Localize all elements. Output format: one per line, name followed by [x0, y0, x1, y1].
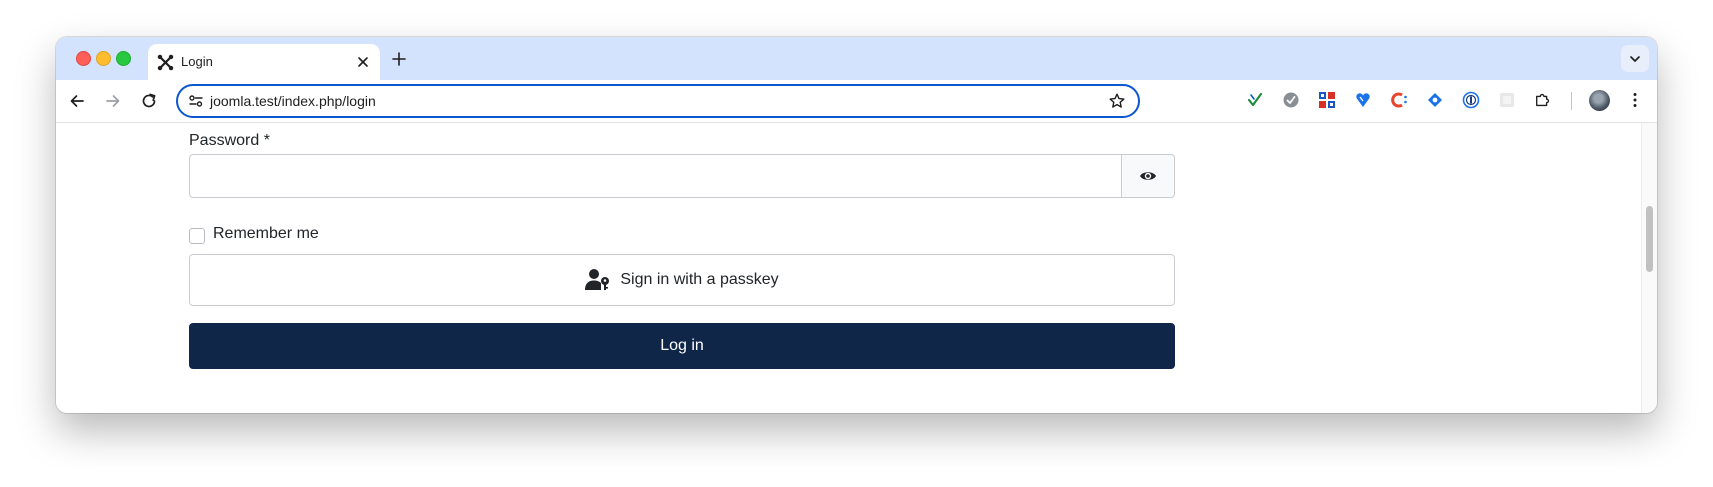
forward-arrow-icon[interactable] [103, 91, 123, 111]
back-arrow-icon[interactable] [67, 91, 87, 111]
browser-menu-kebab-icon[interactable] [1626, 91, 1644, 109]
toolbar-separator [1571, 92, 1572, 110]
zoom-window-button[interactable] [116, 51, 131, 66]
extension-placeholder-icon[interactable] [1498, 91, 1516, 109]
passkey-button-label: Sign in with a passkey [620, 271, 779, 288]
tab-title: Login [181, 54, 213, 69]
passkey-button[interactable]: Sign in with a passkey [189, 254, 1175, 306]
url-text[interactable]: joomla.test/index.php/login [210, 93, 376, 109]
page-scrollbar[interactable] [1641, 123, 1657, 413]
tab-login[interactable]: Login [148, 44, 380, 80]
user-key-icon [585, 269, 610, 290]
tab-strip: Login [56, 37, 1657, 80]
extension-grey-check-icon[interactable] [1282, 91, 1300, 109]
extensions-puzzle-icon[interactable] [1534, 91, 1552, 109]
bookmark-star-icon[interactable] [1108, 92, 1126, 110]
remember-me-checkbox[interactable] [189, 228, 205, 244]
tab-close-icon[interactable] [354, 53, 372, 71]
password-input[interactable] [190, 155, 1122, 197]
login-button-label: Log in [660, 337, 704, 354]
show-password-button[interactable] [1121, 155, 1174, 197]
scrollbar-thumb[interactable] [1646, 206, 1653, 272]
close-window-button[interactable] [76, 51, 91, 66]
password-manager-icon[interactable] [1462, 91, 1480, 109]
extension-checkmark-icon[interactable] [1246, 91, 1264, 109]
browser-window: Login joomla.test/index.php/login Passwo… [56, 37, 1657, 413]
site-info-icon[interactable] [188, 93, 204, 109]
eye-icon [1140, 172, 1156, 180]
reload-icon[interactable] [139, 91, 159, 111]
tab-search-button[interactable] [1621, 45, 1649, 72]
new-tab-icon[interactable] [389, 49, 409, 69]
login-button[interactable]: Log in [189, 323, 1175, 369]
chevron-down-icon [1630, 56, 1640, 62]
extension-tag-icon[interactable] [1426, 91, 1444, 109]
browser-toolbar: joomla.test/index.php/login [56, 80, 1657, 123]
page-content: Password * Remember me Sign in with a pa… [56, 123, 1641, 413]
password-label: Password * [189, 132, 270, 149]
joomla-favicon-icon [157, 54, 174, 71]
remember-me-label[interactable]: Remember me [213, 225, 319, 243]
extension-heart-icon[interactable] [1354, 91, 1372, 109]
minimize-window-button[interactable] [96, 51, 111, 66]
password-field-group [189, 154, 1175, 198]
address-bar[interactable]: joomla.test/index.php/login [176, 84, 1140, 118]
extension-c-icon[interactable] [1390, 91, 1408, 109]
extension-grid-icon[interactable] [1318, 91, 1336, 109]
profile-avatar[interactable] [1589, 90, 1610, 111]
